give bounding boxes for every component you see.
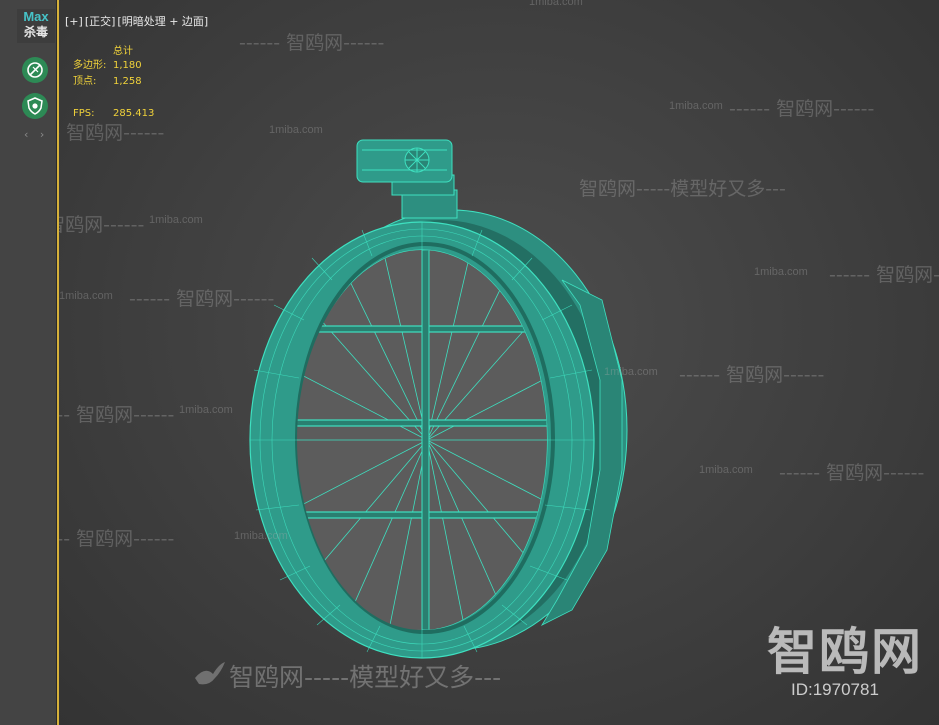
watermark-domain: 1miba.com <box>149 214 203 226</box>
watermark-slogan: 智鸥网-----模型好又多--- <box>579 178 786 200</box>
viewport-menu-plus[interactable]: [+] <box>65 15 83 28</box>
watermark-big-logo: 智鸥网 <box>767 623 923 681</box>
actuator <box>356 139 458 219</box>
antivirus-sidebar: Max 杀毒 ‹ › <box>0 0 57 725</box>
watermark-domain: 1miba.com <box>529 0 583 8</box>
scene-statistics: 多边形: 1,180 顶点: 1,258 FPS: 285.413 <box>73 58 154 122</box>
max-antivirus-logo[interactable]: Max 杀毒 <box>17 9 55 43</box>
collapse-arrows[interactable]: ‹ › <box>24 128 48 141</box>
watermark-domain: 1miba.com <box>234 530 288 542</box>
watermark-text: ------ 智鸥网------ <box>679 364 825 386</box>
watermark-domain: 1miba.com <box>179 404 233 416</box>
watermark-domain: 1miba.com <box>604 366 658 378</box>
logo-text-antivirus: 杀毒 <box>23 25 48 39</box>
watermark-text: ------ 智鸥网------ <box>779 462 925 484</box>
watermark-bottom-slogan: 智鸥网-----模型好又多--- <box>229 663 502 692</box>
polygons-value: 1,180 <box>113 60 142 71</box>
3d-viewport[interactable]: [+] [正交] [明暗处理 + 边面] 总计 多边形: 1,180 顶点: 1,258… <box>57 0 939 725</box>
watermark-domain: 1miba.com <box>269 124 323 136</box>
watermark-text: ------ 智鸥网------ <box>239 32 385 54</box>
polygons-label: 多边形: <box>73 60 107 71</box>
scan-button[interactable] <box>22 57 48 83</box>
scan-icon <box>27 62 43 78</box>
watermark-text: ------ 智鸥网------ <box>129 288 275 310</box>
viewport-view-label[interactable]: [正交] <box>85 15 116 28</box>
stats-title: 总计 <box>113 46 133 57</box>
viewport-label[interactable]: [+] [正交] [明暗处理 + 边面] <box>65 13 210 29</box>
watermark-text: ------ 智鸥网------ <box>729 98 875 120</box>
watermark-text: ------ 智鸥网------ <box>57 528 175 550</box>
logo-text-max: Max <box>23 9 49 24</box>
watermark-domain: 1miba.com <box>754 266 808 278</box>
watermark-domain: 1miba.com <box>59 290 113 302</box>
watermark-text: ------ 智鸥网------ <box>829 264 939 286</box>
watermark-text: ------ 智鸥网------ <box>59 214 145 236</box>
watermark-text: ------ 智鸥网------ <box>59 122 165 144</box>
bird-logo-icon <box>195 662 225 685</box>
vertices-value: 1,258 <box>113 76 142 87</box>
watermark-domain: 1miba.com <box>669 100 723 112</box>
shield-bug-icon <box>27 97 43 115</box>
viewport-shading-label[interactable]: [明暗处理 + 边面] <box>117 15 208 28</box>
watermark-domain: 1miba.com <box>699 464 753 476</box>
protect-button[interactable] <box>22 93 48 119</box>
watermark-text: ------ 智鸥网------ <box>57 404 175 426</box>
watermark-id: ID:1970781 <box>791 680 879 699</box>
vertices-label: 顶点: <box>73 76 97 87</box>
